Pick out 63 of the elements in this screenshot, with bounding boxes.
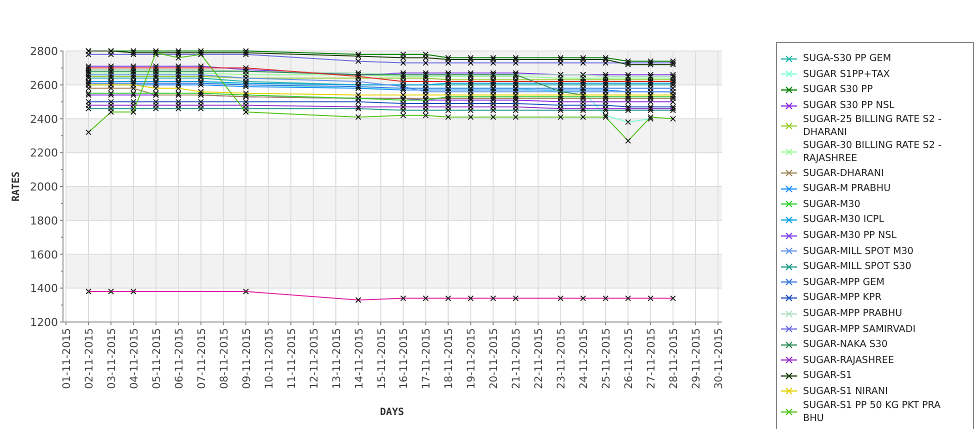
legend-label: SUGAR-NAKA S30 bbox=[803, 338, 888, 352]
x-tick-label: 14-11-2015 bbox=[353, 328, 366, 390]
y-tick-label: 1400 bbox=[30, 282, 58, 296]
x-tick-label: 04-11-2015 bbox=[128, 328, 140, 390]
x-tick-label: 19-11-2015 bbox=[466, 328, 478, 390]
y-tick-label: 2400 bbox=[30, 112, 58, 126]
legend-label: SUGAR-RAJASHREE bbox=[803, 354, 894, 367]
legend-label: SUGAR-MPP SAMIRVADI bbox=[803, 322, 916, 336]
legend-label: SUGAR-M30 bbox=[803, 198, 860, 211]
x-tick-label: 10-11-2015 bbox=[263, 328, 276, 390]
x-tick-label: 07-11-2015 bbox=[196, 328, 208, 390]
legend-label: SUGAR-M30 PP NSL bbox=[803, 229, 897, 242]
x-tick-label: 05-11-2015 bbox=[150, 328, 163, 390]
legend-label: SUGAR-DHARANI bbox=[803, 166, 884, 180]
x-tick-label: 02-11-2015 bbox=[83, 328, 96, 390]
x-tick-label: 24-11-2015 bbox=[578, 328, 590, 390]
x-tick-label: 12-11-2015 bbox=[308, 328, 320, 390]
x-tick-label: 23-11-2015 bbox=[556, 328, 568, 390]
y-tick-label: 2200 bbox=[30, 146, 58, 160]
legend-label: SUGAR-M30 ICPL bbox=[803, 213, 884, 226]
x-tick-label: 21-11-2015 bbox=[510, 328, 523, 390]
y-tick-label: 2000 bbox=[30, 180, 58, 194]
legend-label: SUGAR-25 BILLING RATE S2 -DHARANI bbox=[803, 113, 942, 140]
x-tick-label: 17-11-2015 bbox=[420, 328, 433, 390]
x-tick-label: 15-11-2015 bbox=[376, 328, 388, 390]
x-axis-title: DAYS bbox=[380, 407, 404, 418]
y-tick-label: 1600 bbox=[30, 248, 58, 262]
x-tick-label: 26-11-2015 bbox=[623, 328, 636, 390]
legend-label: SUGAR-S1 bbox=[803, 369, 852, 382]
x-tick-label: 30-11-2015 bbox=[713, 328, 725, 390]
x-tick-label: 29-11-2015 bbox=[690, 328, 703, 390]
x-tick-label: 25-11-2015 bbox=[600, 328, 613, 390]
legend-label: SUGAR S1PP+TAX bbox=[803, 68, 890, 81]
legend-label: SUGA-S30 PP GEM bbox=[803, 52, 892, 66]
y-tick-label: 1200 bbox=[30, 316, 58, 329]
x-tick-label: 08-11-2015 bbox=[218, 328, 230, 390]
x-tick-label: 16-11-2015 bbox=[398, 328, 410, 390]
legend-label: SUGAR-M PRABHU bbox=[803, 182, 891, 196]
x-tick-label: 22-11-2015 bbox=[533, 328, 546, 390]
x-tick-label: 01-11-2015 bbox=[61, 328, 73, 390]
legend-label: SUGAR-MILL SPOT S30 bbox=[803, 260, 912, 274]
legend-label: SUGAR-MPP PRABHU bbox=[803, 307, 902, 320]
y-tick-label: 2600 bbox=[30, 78, 58, 92]
x-tick-label: 11-11-2015 bbox=[286, 328, 298, 390]
legend-label: SUGAR S30 PP bbox=[803, 83, 873, 96]
x-tick-label: 20-11-2015 bbox=[488, 328, 500, 390]
y-tick-label: 1800 bbox=[30, 214, 58, 228]
legend-label: SUGAR-MPP GEM bbox=[803, 276, 885, 289]
legend-label: SUGAR-MILL SPOT M30 bbox=[803, 244, 914, 258]
x-tick-label: 06-11-2015 bbox=[173, 328, 186, 390]
x-tick-label: 28-11-2015 bbox=[668, 328, 680, 390]
legend-label: SUGAR-S1 NIRANI bbox=[803, 384, 888, 398]
y-tick-label: 2800 bbox=[30, 45, 58, 58]
x-tick-label: 13-11-2015 bbox=[330, 328, 343, 390]
x-tick-label: 27-11-2015 bbox=[646, 328, 658, 390]
y-axis-title: RATES bbox=[11, 171, 22, 202]
x-tick-label: 18-11-2015 bbox=[443, 328, 456, 390]
legend-label: SUGAR-MPP KPR bbox=[803, 291, 882, 304]
legend-label: SUGAR-30 BILLING RATE S2 -RAJASHREE bbox=[803, 139, 942, 166]
legend-label: SUGAR-S1 PP 50 KG PKT PRA BHU bbox=[803, 399, 942, 426]
legend-label: SUGAR S30 PP NSL bbox=[803, 99, 894, 112]
x-tick-label: 09-11-2015 bbox=[240, 328, 253, 390]
x-tick-label: 03-11-2015 bbox=[106, 328, 118, 390]
